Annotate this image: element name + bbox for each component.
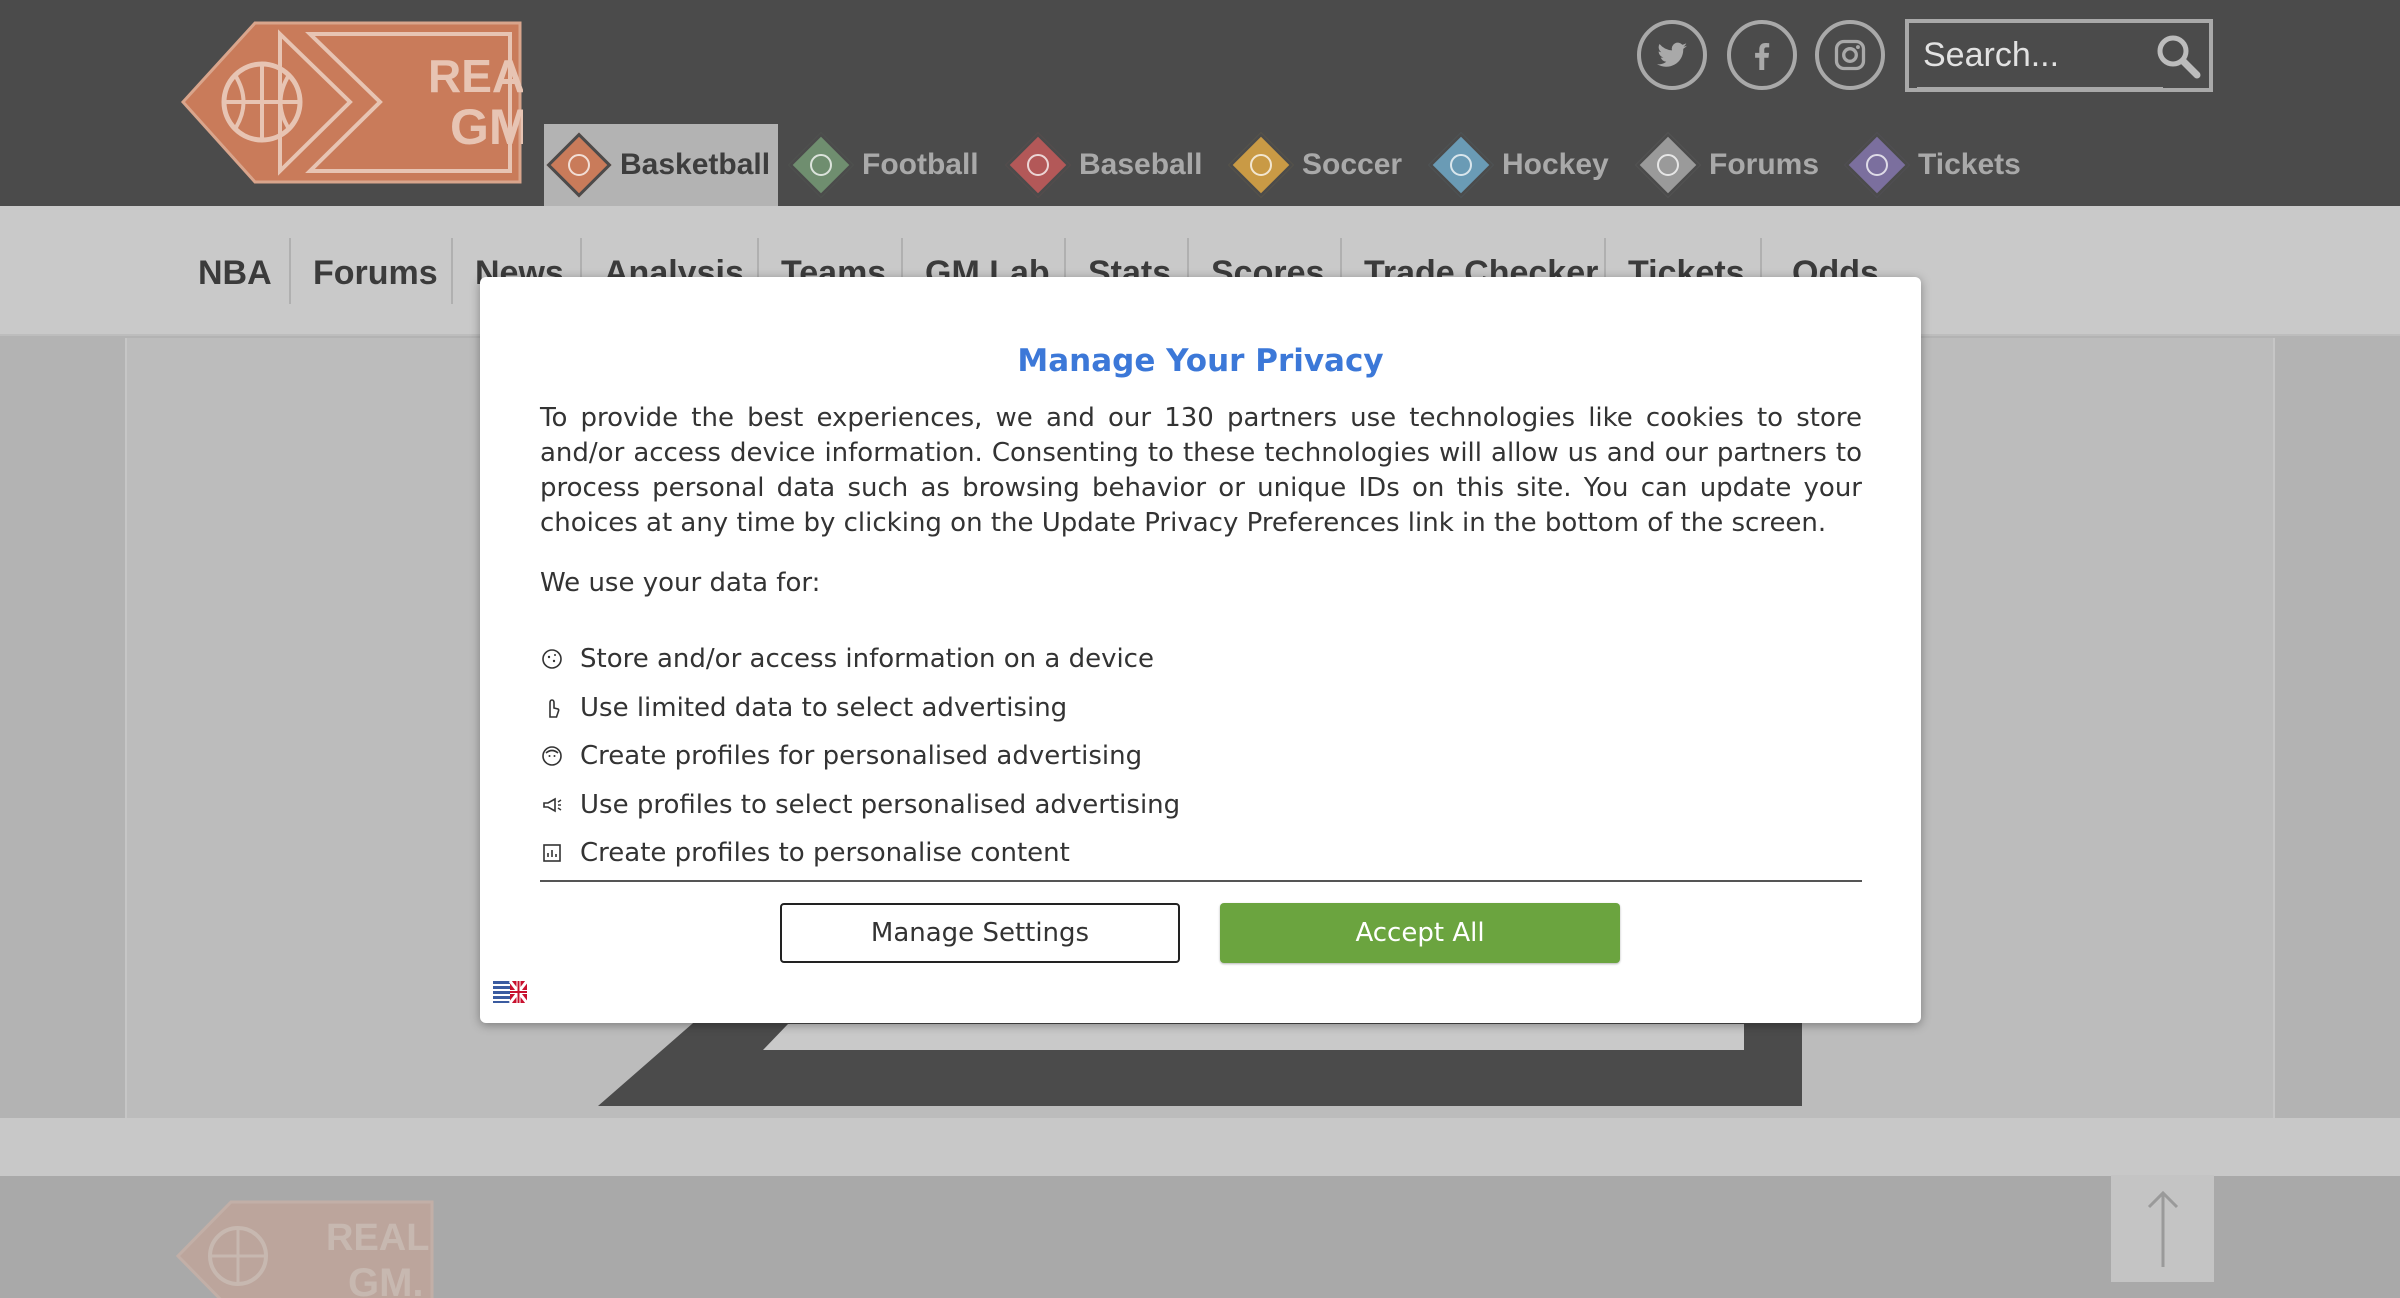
svg-text:REAL: REAL bbox=[428, 50, 523, 102]
dialog-divider bbox=[540, 880, 1862, 882]
purpose-label: Use profiles to select personalised adve… bbox=[580, 789, 1181, 820]
sport-tab-label: Forums bbox=[1709, 148, 1820, 181]
privacy-consent-dialog: Manage Your Privacy To provide the best … bbox=[480, 277, 1921, 1023]
manage-settings-button[interactable]: Manage Settings bbox=[780, 903, 1180, 963]
forums-icon bbox=[1635, 132, 1701, 198]
football-icon bbox=[788, 132, 854, 198]
profile-icon bbox=[540, 744, 564, 768]
purpose-item: Use profiles to select personalised adve… bbox=[540, 781, 1862, 830]
purpose-label: Create profiles to personalise content bbox=[580, 838, 1070, 869]
sport-tab-label: Baseball bbox=[1079, 148, 1203, 181]
basketball-icon bbox=[546, 132, 612, 198]
soccer-icon bbox=[1228, 132, 1294, 198]
purpose-item: Use limited data to select advertising bbox=[540, 684, 1862, 733]
tickets-icon bbox=[1844, 132, 1910, 198]
content-icon bbox=[540, 841, 564, 865]
sport-tab-baseball[interactable]: Baseball bbox=[1003, 124, 1202, 206]
svg-text:REAL: REAL bbox=[326, 1217, 429, 1259]
twitter-icon bbox=[1657, 42, 1687, 67]
pointer-hand-icon bbox=[540, 696, 564, 720]
sport-tab-forums[interactable]: Forums bbox=[1633, 124, 1819, 206]
purpose-label: Create profiles for personalised adverti… bbox=[580, 741, 1143, 772]
search-icon[interactable] bbox=[2153, 31, 2203, 81]
sport-tab-hockey[interactable]: Hockey bbox=[1426, 124, 1609, 206]
search-box bbox=[1905, 19, 2213, 92]
svg-text:GM.: GM. bbox=[450, 99, 523, 155]
svg-text:GM.: GM. bbox=[348, 1261, 424, 1298]
purpose-label: Use limited data to select advertising bbox=[580, 692, 1068, 723]
site-footer: REAL GM. bbox=[0, 1176, 2400, 1298]
language-flag-icon[interactable] bbox=[493, 981, 527, 1003]
accept-all-button[interactable]: Accept All bbox=[1220, 903, 1620, 963]
subnav-forums[interactable]: Forums bbox=[313, 238, 438, 308]
purpose-item: Create profiles to personalise content bbox=[540, 829, 1862, 878]
sport-tab-soccer[interactable]: Soccer bbox=[1226, 124, 1402, 206]
purposes-heading: We use your data for: bbox=[540, 568, 821, 598]
megaphone-icon bbox=[540, 793, 564, 817]
twitter-link[interactable] bbox=[1637, 20, 1707, 90]
sport-tab-label: Hockey bbox=[1502, 148, 1609, 181]
hero-banner-graphic bbox=[598, 1010, 1802, 1106]
purposes-list: Store and/or access information on a dev… bbox=[540, 635, 1862, 878]
instagram-link[interactable] bbox=[1815, 20, 1885, 90]
site-header: REAL GM. Basketball Football Baseball bbox=[0, 0, 2400, 206]
realgm-logo[interactable]: REAL GM. bbox=[180, 20, 523, 185]
hockey-icon bbox=[1428, 132, 1494, 198]
sport-tab-basketball[interactable]: Basketball bbox=[544, 124, 778, 206]
sport-tab-tickets[interactable]: Tickets bbox=[1842, 124, 2021, 206]
sport-tab-label: Tickets bbox=[1918, 148, 2021, 181]
purpose-item: Store and/or access information on a dev… bbox=[540, 635, 1862, 684]
arrow-up-icon bbox=[2147, 1190, 2178, 1267]
sport-tab-label: Soccer bbox=[1302, 148, 1403, 181]
dialog-description: To provide the best experiences, we and … bbox=[540, 403, 1862, 538]
dialog-title: Manage Your Privacy bbox=[1017, 343, 1384, 379]
sport-tab-football[interactable]: Football bbox=[786, 124, 979, 206]
instagram-icon bbox=[1834, 39, 1866, 71]
facebook-link[interactable] bbox=[1727, 20, 1797, 90]
cookie-icon bbox=[540, 647, 564, 671]
footer-logo[interactable]: REAL GM. bbox=[176, 1200, 436, 1298]
baseball-icon bbox=[1005, 132, 1071, 198]
purpose-label: Store and/or access information on a dev… bbox=[580, 644, 1154, 675]
subnav-divider bbox=[289, 238, 291, 304]
search-input[interactable] bbox=[1909, 36, 2149, 75]
content-footer-strip bbox=[0, 1118, 2400, 1176]
sport-tab-label: Football bbox=[862, 148, 979, 181]
sport-tab-label: Basketball bbox=[620, 148, 771, 181]
facebook-icon bbox=[1755, 43, 1770, 70]
subnav-divider bbox=[451, 238, 453, 304]
purpose-item: Create profiles for personalised adverti… bbox=[540, 732, 1862, 781]
subnav-nba[interactable]: NBA bbox=[198, 238, 272, 308]
back-to-top-button[interactable] bbox=[2111, 1175, 2214, 1282]
search-underline bbox=[1917, 87, 2163, 90]
